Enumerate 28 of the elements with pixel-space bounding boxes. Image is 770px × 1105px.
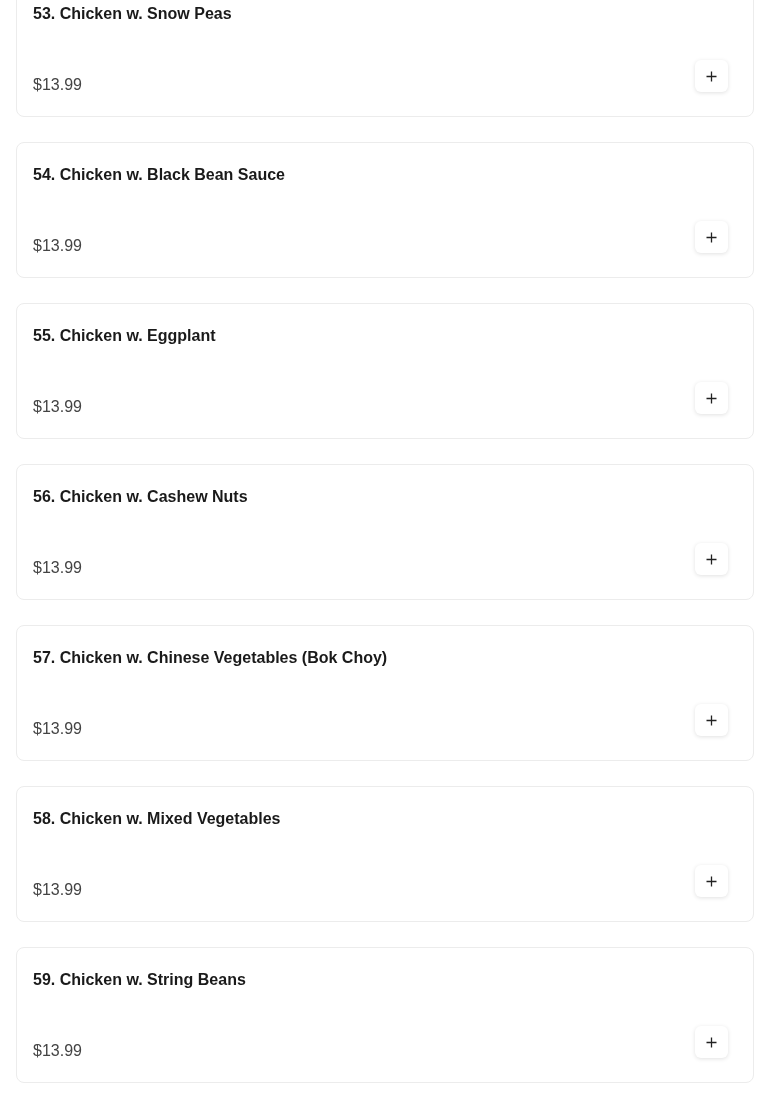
item-price: $13.99 — [33, 1041, 82, 1061]
item-price: $13.99 — [33, 397, 82, 417]
item-name: 58. Chicken w. Mixed Vegetables — [33, 809, 282, 829]
item-name: 56. Chicken w. Cashew Nuts — [33, 487, 249, 507]
plus-icon — [706, 70, 717, 82]
plus-icon — [706, 714, 717, 726]
add-button[interactable] — [695, 704, 728, 736]
plus-icon — [706, 392, 717, 404]
plus-icon — [706, 875, 717, 887]
add-button[interactable] — [695, 382, 728, 414]
add-button[interactable] — [695, 1026, 728, 1058]
item-price: $13.99 — [33, 236, 82, 256]
item-name: 59. Chicken w. String Beans — [33, 970, 247, 990]
item-name: 55. Chicken w. Eggplant — [33, 326, 217, 346]
add-button[interactable] — [695, 60, 728, 92]
add-button[interactable] — [695, 865, 728, 897]
add-button[interactable] — [695, 543, 728, 575]
plus-icon — [706, 1036, 717, 1048]
add-button[interactable] — [695, 221, 728, 253]
item-price: $13.99 — [33, 880, 82, 900]
item-price: $13.99 — [33, 719, 82, 739]
plus-icon — [706, 231, 717, 243]
plus-icon — [706, 553, 717, 565]
item-name: 54. Chicken w. Black Bean Sauce — [33, 165, 286, 185]
item-price: $13.99 — [33, 558, 82, 578]
item-name: 57. Chicken w. Chinese Vegetables (Bok Choy) — [33, 648, 389, 668]
item-price: $13.99 — [33, 75, 82, 95]
item-name: 53. Chicken w. Snow Peas — [33, 4, 233, 24]
